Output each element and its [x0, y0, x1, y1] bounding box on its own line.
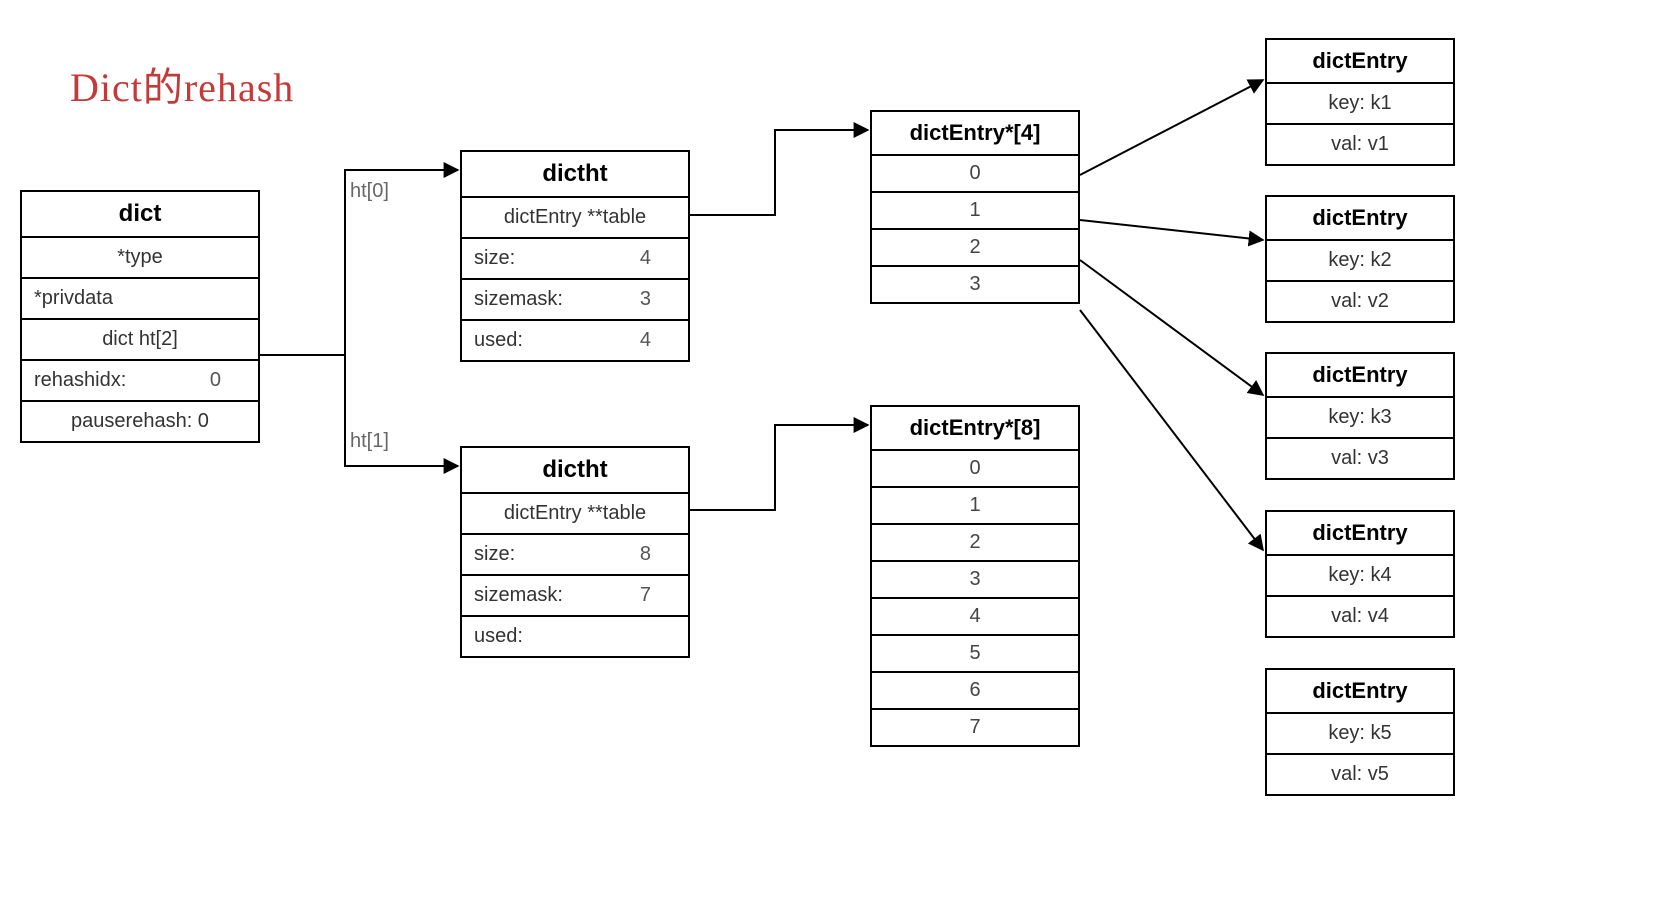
entry-4-key: key: k4: [1267, 556, 1453, 597]
entry-3-header: dictEntry: [1267, 354, 1453, 398]
dictht0-sizemask-val: 3: [640, 288, 676, 311]
entry-1: dictEntry key: k1 val: v1: [1265, 38, 1455, 166]
dictht0-size: size: 4: [462, 239, 688, 280]
dictht0-sizemask: sizemask: 3: [462, 280, 688, 321]
dictht1-used-val: [651, 625, 676, 648]
ht0-label: ht[0]: [350, 180, 389, 203]
entry-5-key: key: k5: [1267, 714, 1453, 755]
dictht0-sizemask-label: sizemask:: [474, 288, 563, 311]
dictht1-sizemask: sizemask: 7: [462, 576, 688, 617]
entry-4: dictEntry key: k4 val: v4: [1265, 510, 1455, 638]
dictht0-used-val: 4: [640, 329, 676, 352]
dict-type: *type: [22, 238, 258, 279]
entry-1-val: val: v1: [1267, 125, 1453, 164]
entry-1-key: key: k1: [1267, 84, 1453, 125]
dictht1-header: dictht: [462, 448, 688, 494]
entry-4-val: val: v4: [1267, 597, 1453, 636]
entry-5-header: dictEntry: [1267, 670, 1453, 714]
dictht0-table: dictEntry **table: [462, 198, 688, 239]
array8-slot-3: 3: [872, 562, 1078, 599]
array8-slot-1: 1: [872, 488, 1078, 525]
entry-4-header: dictEntry: [1267, 512, 1453, 556]
entry-5: dictEntry key: k5 val: v5: [1265, 668, 1455, 796]
dictht1-size: size: 8: [462, 535, 688, 576]
dictht1-sizemask-val: 7: [640, 584, 676, 607]
entry-2-key: key: k2: [1267, 241, 1453, 282]
array8-box: dictEntry*[8] 0 1 2 3 4 5 6 7: [870, 405, 1080, 747]
array4-box: dictEntry*[4] 0 1 2 3: [870, 110, 1080, 304]
dict-box: dict *type *privdata dict ht[2] rehashid…: [20, 190, 260, 443]
dict-ht: dict ht[2]: [22, 320, 258, 361]
ht1-label: ht[1]: [350, 430, 389, 453]
array8-slot-0: 0: [872, 451, 1078, 488]
dictht1-size-val: 8: [640, 543, 676, 566]
dict-header: dict: [22, 192, 258, 238]
dict-rehashidx-label: rehashidx:: [34, 369, 126, 392]
entry-5-val: val: v5: [1267, 755, 1453, 794]
dictht0-used-label: used:: [474, 329, 523, 352]
dictht0-used: used: 4: [462, 321, 688, 360]
dict-rehashidx: rehashidx: 0: [22, 361, 258, 402]
dictht1-size-label: size:: [474, 543, 515, 566]
dictht0-box: dictht dictEntry **table size: 4 sizemas…: [460, 150, 690, 362]
array8-slot-4: 4: [872, 599, 1078, 636]
entry-3: dictEntry key: k3 val: v3: [1265, 352, 1455, 480]
entry-2-header: dictEntry: [1267, 197, 1453, 241]
entry-2-val: val: v2: [1267, 282, 1453, 321]
dictht0-header: dictht: [462, 152, 688, 198]
dictht1-used: used:: [462, 617, 688, 656]
array8-header: dictEntry*[8]: [872, 407, 1078, 451]
array8-slot-6: 6: [872, 673, 1078, 710]
array4-slot-2: 2: [872, 230, 1078, 267]
dictht1-table: dictEntry **table: [462, 494, 688, 535]
array8-slot-2: 2: [872, 525, 1078, 562]
diagram-title: Dict的rehash: [70, 55, 294, 113]
entry-3-key: key: k3: [1267, 398, 1453, 439]
array4-slot-3: 3: [872, 267, 1078, 302]
dictht1-used-label: used:: [474, 625, 523, 648]
dictht0-size-val: 4: [640, 247, 676, 270]
array8-slot-7: 7: [872, 710, 1078, 745]
dict-rehashidx-val: 0: [210, 369, 246, 392]
dict-privdata: *privdata: [22, 279, 258, 320]
array4-slot-1: 1: [872, 193, 1078, 230]
array4-header: dictEntry*[4]: [872, 112, 1078, 156]
dictht1-box: dictht dictEntry **table size: 8 sizemas…: [460, 446, 690, 658]
dictht1-sizemask-label: sizemask:: [474, 584, 563, 607]
array4-slot-0: 0: [872, 156, 1078, 193]
entry-2: dictEntry key: k2 val: v2: [1265, 195, 1455, 323]
dictht0-size-label: size:: [474, 247, 515, 270]
entry-3-val: val: v3: [1267, 439, 1453, 478]
entry-1-header: dictEntry: [1267, 40, 1453, 84]
array8-slot-5: 5: [872, 636, 1078, 673]
dict-pauserehash: pauserehash: 0: [22, 402, 258, 441]
